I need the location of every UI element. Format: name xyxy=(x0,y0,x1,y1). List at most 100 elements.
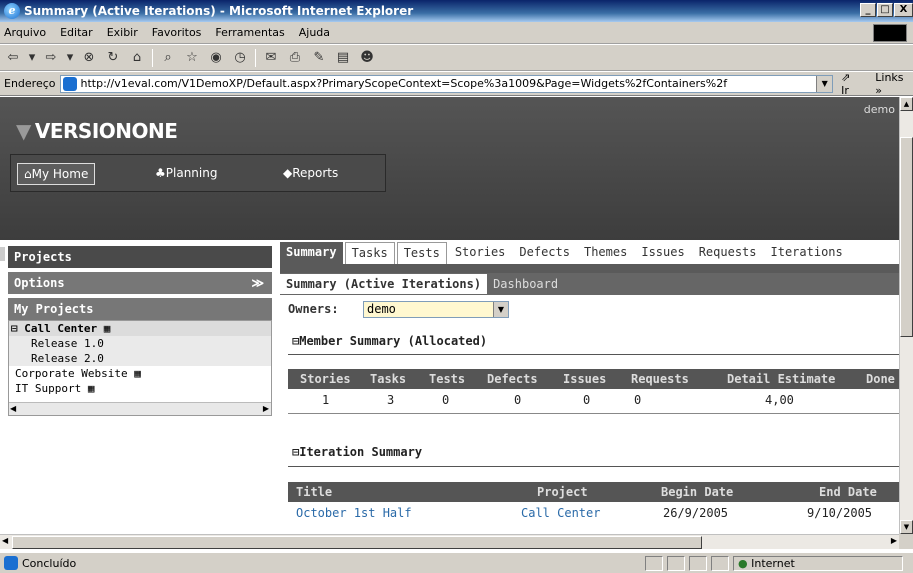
divider xyxy=(288,466,899,467)
tab-themes[interactable]: Themes xyxy=(578,242,633,264)
tab-defects[interactable]: Defects xyxy=(513,242,576,264)
owners-select[interactable]: demo ▼ xyxy=(363,301,509,318)
search-icon[interactable]: ⌕ xyxy=(159,49,177,67)
vertical-scroll-thumb[interactable] xyxy=(900,137,913,337)
maximize-button[interactable]: □ xyxy=(877,3,893,17)
stop-icon[interactable]: ⊗ xyxy=(80,49,98,67)
scroll-left-icon[interactable]: ◀ xyxy=(10,404,16,413)
page-done-icon xyxy=(4,556,18,570)
iteration-link[interactable]: October 1st Half xyxy=(296,506,412,520)
collapse-handle[interactable] xyxy=(0,247,5,261)
edit-icon[interactable]: ✎ xyxy=(310,49,328,67)
zone-pane: ● Internet xyxy=(733,556,903,571)
chevron-down-icon[interactable]: ▼ xyxy=(493,302,508,317)
project-link[interactable]: Call Center xyxy=(521,506,600,520)
sub-tabs: Summary (Active Iterations) Dashboard xyxy=(280,273,899,295)
tab-stories[interactable]: Stories xyxy=(449,242,512,264)
globe-icon: ● xyxy=(738,557,748,570)
horizontal-scrollbar[interactable]: ◀ ▶ xyxy=(0,534,899,549)
tab-tests[interactable]: Tests xyxy=(396,242,447,264)
mail-icon[interactable]: ✉ xyxy=(262,49,280,67)
member-summary-title[interactable]: ⊟Member Summary (Allocated) xyxy=(292,334,487,348)
close-button[interactable]: X xyxy=(894,3,913,17)
tree-horizontal-scrollbar[interactable]: ◀ ▶ xyxy=(9,402,271,415)
current-user[interactable]: demo xyxy=(864,103,895,116)
tab-tasks[interactable]: Tasks xyxy=(344,242,395,264)
history-icon[interactable]: ◷ xyxy=(231,49,249,67)
tab-issues[interactable]: Issues xyxy=(635,242,690,264)
scroll-down-icon[interactable]: ▼ xyxy=(900,520,913,534)
address-input[interactable]: http://v1eval.com/V1DemoXP/Default.aspx?… xyxy=(59,74,834,93)
main-tabs: Summary Tasks Tests Stories Defects Them… xyxy=(280,240,899,264)
menu-exibir[interactable]: Exibir xyxy=(107,26,138,39)
discuss-icon[interactable]: ▤ xyxy=(334,49,352,67)
back-icon[interactable]: ⇦ xyxy=(4,49,22,67)
tabs-underline xyxy=(280,264,899,273)
go-label: Ir xyxy=(841,83,849,97)
page-content: ▼ VERSIONONE demo ⌂My Home ♣Planning ◆Rep… xyxy=(0,97,899,534)
menu-favoritos[interactable]: Favoritos xyxy=(152,26,202,39)
nav-planning[interactable]: ♣Planning xyxy=(149,163,223,185)
tree-item-it-support[interactable]: IT Support ▦ xyxy=(9,381,271,396)
forward-dropdown-icon[interactable]: ▾ xyxy=(66,49,74,67)
ie-icon: e xyxy=(4,3,20,19)
horizontal-scroll-thumb[interactable] xyxy=(12,536,702,549)
iteration-summary-title[interactable]: ⊟Iteration Summary xyxy=(292,445,422,459)
options-header[interactable]: Options ≫ xyxy=(8,272,272,294)
menu-ferramentas[interactable]: Ferramentas xyxy=(215,26,284,39)
project-tree: ⊟ Call Center ▦ Release 1.0 Release 2.0 … xyxy=(8,320,272,416)
scroll-right-icon[interactable]: ▶ xyxy=(263,404,269,413)
print-icon[interactable]: ⎙ xyxy=(286,49,304,67)
scroll-right-icon[interactable]: ▶ xyxy=(891,536,897,545)
tab-requests[interactable]: Requests xyxy=(693,242,763,264)
nav-reports[interactable]: ◆Reports xyxy=(277,163,344,185)
status-bar: Concluído ● Internet xyxy=(0,552,913,573)
home-icon[interactable]: ⌂ xyxy=(128,49,146,67)
versionone-logo: ▼ VERSIONONE xyxy=(16,119,178,143)
menu-arquivo[interactable]: Arquivo xyxy=(4,26,46,39)
tab-summary[interactable]: Summary xyxy=(280,242,343,264)
page-icon xyxy=(62,76,77,91)
vertical-scrollbar[interactable]: ▲ ▼ xyxy=(899,97,913,534)
planning-icon: ♣ xyxy=(155,166,166,180)
tree-item-release-2[interactable]: Release 2.0 xyxy=(9,351,271,366)
brand-name: VERSIONONE xyxy=(34,119,178,143)
messenger-icon[interactable]: ☻ xyxy=(358,49,376,67)
address-dropdown-icon[interactable]: ▼ xyxy=(816,75,833,92)
my-projects-header: My Projects xyxy=(8,298,272,320)
nav-my-home[interactable]: ⌂My Home xyxy=(17,163,96,185)
forward-icon[interactable]: ⇨ xyxy=(42,49,60,67)
subtab-summary-active[interactable]: Summary (Active Iterations) xyxy=(280,274,488,294)
links-button[interactable]: Links » xyxy=(875,71,913,97)
status-text: Concluído xyxy=(22,556,77,570)
media-icon[interactable]: ◉ xyxy=(207,49,225,67)
main-nav: ⌂My Home ♣Planning ◆Reports xyxy=(10,154,386,192)
tree-item-release-1[interactable]: Release 1.0 xyxy=(9,336,271,351)
favorites-icon[interactable]: ☆ xyxy=(183,49,201,67)
left-panel: Projects Options ≫ My Projects ⊟ Call Cen… xyxy=(8,246,272,456)
reports-icon: ◆ xyxy=(283,166,293,180)
toolbar-separator xyxy=(255,48,256,67)
address-label: Endereço xyxy=(4,77,56,90)
minimize-button[interactable]: _ xyxy=(860,3,876,17)
subtab-dashboard[interactable]: Dashboard xyxy=(487,274,564,294)
calendar-icon: ▦ xyxy=(87,382,95,395)
browser-toolbar: ⇦ ▾ ⇨ ▾ ⊗ ↻ ⌂ ⌕ ☆ ◉ ◷ ✉ ⎙ ✎ ▤ ☻ xyxy=(0,45,913,71)
scroll-left-icon[interactable]: ◀ xyxy=(2,536,8,545)
member-summary-header: Stories Tasks Tests Defects Issues Reque… xyxy=(288,369,899,389)
chevron-down-icon: ≫ xyxy=(251,276,264,290)
back-dropdown-icon[interactable]: ▾ xyxy=(28,49,36,67)
tree-item-corporate-website[interactable]: Corporate Website ▦ xyxy=(9,366,271,381)
calendar-icon: ▦ xyxy=(103,322,111,335)
go-button[interactable]: ⇗ Ir xyxy=(841,71,861,97)
address-url: http://v1eval.com/V1DemoXP/Default.aspx?… xyxy=(80,77,728,90)
owners-label: Owners: xyxy=(288,302,339,316)
tab-iterations[interactable]: Iterations xyxy=(765,242,849,264)
refresh-icon[interactable]: ↻ xyxy=(104,49,122,67)
collapse-icon[interactable]: ⊟ xyxy=(11,322,18,335)
menu-editar[interactable]: Editar xyxy=(60,26,93,39)
tree-item-call-center[interactable]: ⊟ Call Center ▦ xyxy=(9,321,271,336)
iteration-summary-header: Title Project Begin Date End Date xyxy=(288,482,899,502)
menu-ajuda[interactable]: Ajuda xyxy=(299,26,330,39)
scroll-up-icon[interactable]: ▲ xyxy=(900,97,913,111)
